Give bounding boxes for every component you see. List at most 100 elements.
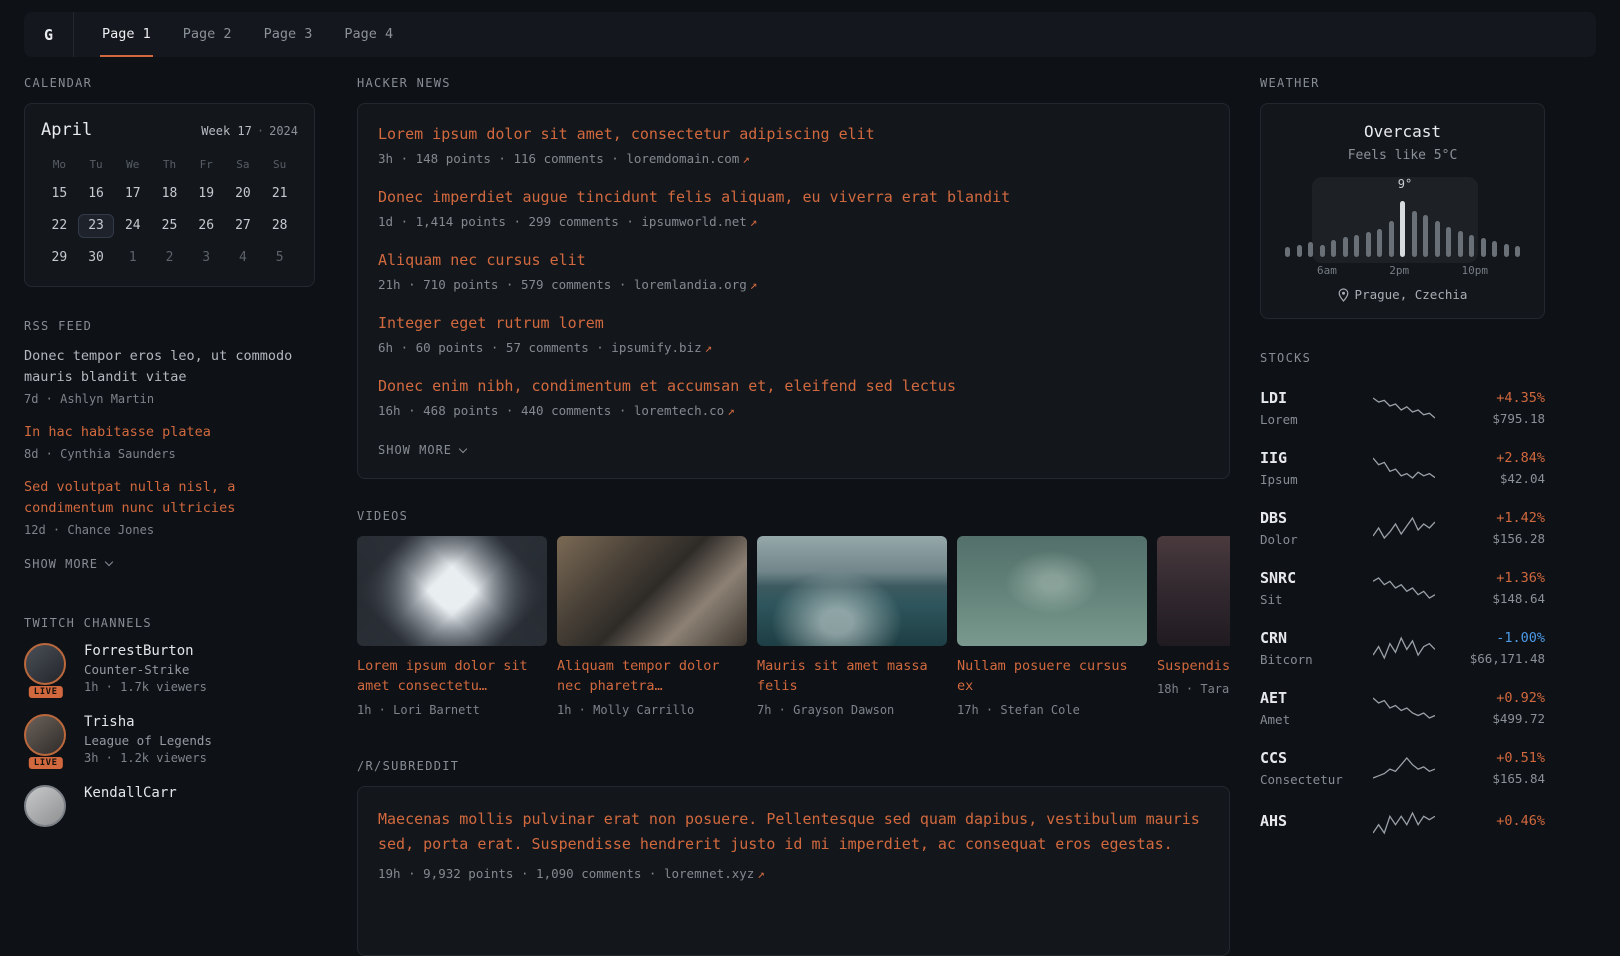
reddit-domain-link[interactable]: loremnet.xyz (664, 866, 754, 881)
calendar-day[interactable]: 17 (114, 182, 151, 206)
calendar-day[interactable]: 25 (151, 214, 188, 238)
calendar-day[interactable]: 26 (188, 214, 225, 238)
hn-meta-text: 3h · 148 points · 116 comments · (378, 151, 626, 166)
stock-row[interactable]: AET Amet +0.92% $499.72 (1260, 678, 1545, 738)
stock-row[interactable]: LDI Lorem +4.35% $795.18 (1260, 378, 1545, 438)
channel-name[interactable]: ForrestBurton (84, 643, 207, 659)
calendar-day[interactable]: 2 (151, 246, 188, 270)
stock-row[interactable]: DBS Dolor +1.42% $156.28 (1260, 498, 1545, 558)
channel-name[interactable]: KendallCarr (84, 785, 177, 801)
calendar-day[interactable]: 4 (225, 246, 262, 270)
calendar-day[interactable]: 16 (78, 182, 115, 206)
video-title[interactable]: Suspendisse sed diam (1157, 656, 1230, 676)
calendar-panel: April Week 17·2024 Mo Tu We Th Fr Sa Su … (24, 103, 315, 287)
calendar-day[interactable]: 24 (114, 214, 151, 238)
hn-story[interactable]: Donec enim nibh, condimentum et accumsan… (378, 376, 1209, 418)
hn-domain-link[interactable]: ipsumify.biz (611, 340, 701, 355)
hn-domain-link[interactable]: ipsumworld.net (641, 214, 746, 229)
stock-row[interactable]: IIG Ipsum +2.84% $42.04 (1260, 438, 1545, 498)
rss-item-title[interactable]: In hac habitasse platea (24, 422, 315, 443)
video-card[interactable]: Suspendisse sed diam 18h · Tara (1157, 536, 1230, 717)
video-thumbnail[interactable] (757, 536, 947, 646)
calendar-day[interactable]: 28 (261, 214, 298, 238)
twitch-channel[interactable]: KendallCarr (24, 785, 315, 827)
hn-domain-link[interactable]: loremlandia.org (634, 277, 747, 292)
live-badge: LIVE (29, 686, 63, 698)
hn-story[interactable]: Lorem ipsum dolor sit amet, consectetur … (378, 124, 1209, 166)
stock-row[interactable]: AHS +0.46% (1260, 798, 1545, 848)
calendar-day[interactable]: 20 (225, 182, 262, 206)
calendar-header: April Week 17·2024 (41, 120, 298, 140)
calendar-day[interactable]: 15 (41, 182, 78, 206)
temperature-bar (1435, 221, 1440, 257)
video-card[interactable]: Aliquam tempor dolor nec pharetra… 1h · … (557, 536, 747, 717)
reddit-post-title[interactable]: Maecenas mollis pulvinar erat non posuer… (378, 807, 1209, 858)
video-title[interactable]: Nullam posuere cursus ex (957, 656, 1147, 697)
video-card[interactable]: Nullam posuere cursus ex 17h · Stefan Co… (957, 536, 1147, 717)
calendar-day[interactable]: 3 (188, 246, 225, 270)
weather-chart: 9° 6am 2pm 10pm (1277, 177, 1528, 277)
video-thumbnail[interactable] (357, 536, 547, 646)
stock-info: DBS Dolor (1260, 509, 1356, 547)
stock-change: +1.36% (1451, 570, 1545, 586)
channel-name[interactable]: Trisha (84, 714, 212, 730)
rss-item-title[interactable]: Donec tempor eros leo, ut commodo mauris… (24, 346, 315, 388)
hn-show-more-button[interactable]: SHOW MORE (378, 443, 466, 457)
calendar-day[interactable]: 21 (261, 182, 298, 206)
video-card[interactable]: Mauris sit amet massa felis 7h · Grayson… (757, 536, 947, 717)
stock-row[interactable]: CRN Bitcorn -1.00% $66,171.48 (1260, 618, 1545, 678)
tab-page-4[interactable]: Page 4 (342, 12, 395, 57)
calendar-day[interactable]: 23 (78, 214, 115, 238)
tab-page-3[interactable]: Page 3 (262, 12, 315, 57)
rss-section-label: RSS FEED (24, 319, 315, 333)
twitch-channel[interactable]: LIVE Trisha League of Legends 3h · 1.2k … (24, 714, 315, 765)
video-title[interactable]: Mauris sit amet massa felis (757, 656, 947, 697)
temperature-bar (1481, 238, 1486, 257)
calendar-day[interactable]: 19 (188, 182, 225, 206)
hn-story-title[interactable]: Integer eget rutrum lorem (378, 313, 1209, 334)
video-card[interactable]: Lorem ipsum dolor sit amet consectetu… 1… (357, 536, 547, 717)
stock-price: $165.84 (1451, 771, 1545, 786)
stock-ticker: SNRC (1260, 569, 1356, 587)
stock-row[interactable]: CCS Consectetur +0.51% $165.84 (1260, 738, 1545, 798)
video-title[interactable]: Aliquam tempor dolor nec pharetra… (557, 656, 747, 697)
calendar-day[interactable]: 1 (114, 246, 151, 270)
video-thumbnail[interactable] (1157, 536, 1230, 646)
hn-domain-link[interactable]: loremtech.co (634, 403, 724, 418)
temperature-bar (1377, 229, 1382, 257)
calendar-day[interactable]: 5 (261, 246, 298, 270)
twitch-widget: TWITCH CHANNELS LIVE ForrestBurton Count… (24, 616, 315, 827)
hn-story-title[interactable]: Donec imperdiet augue tincidunt felis al… (378, 187, 1209, 208)
hn-domain-link[interactable]: loremdomain.com (626, 151, 739, 166)
tab-page-1[interactable]: Page 1 (100, 12, 153, 57)
hn-story-title[interactable]: Lorem ipsum dolor sit amet, consectetur … (378, 124, 1209, 145)
hn-story[interactable]: Donec imperdiet augue tincidunt felis al… (378, 187, 1209, 229)
rss-item-meta: 7d · Ashlyn Martin (24, 392, 315, 406)
stock-values: +1.36% $148.64 (1451, 570, 1545, 606)
hn-story[interactable]: Aliquam nec cursus elit 21h · 710 points… (378, 250, 1209, 292)
rss-item[interactable]: In hac habitasse platea 8d · Cynthia Sau… (24, 422, 315, 461)
separator-dot: · (257, 124, 264, 138)
day-header: Fr (188, 156, 225, 174)
hn-story[interactable]: Integer eget rutrum lorem 6h · 60 points… (378, 313, 1209, 355)
tab-page-2[interactable]: Page 2 (181, 12, 234, 57)
calendar-day[interactable]: 30 (78, 246, 115, 270)
twitch-channel[interactable]: LIVE ForrestBurton Counter-Strike 1h · 1… (24, 643, 315, 694)
hn-story-title[interactable]: Donec enim nibh, condimentum et accumsan… (378, 376, 1209, 397)
video-thumbnail[interactable] (957, 536, 1147, 646)
rss-item[interactable]: Sed volutpat nulla nisl, a condimentum n… (24, 477, 315, 537)
video-meta: 7h · Grayson Dawson (757, 703, 947, 717)
calendar-day[interactable]: 29 (41, 246, 78, 270)
calendar-day[interactable]: 27 (225, 214, 262, 238)
reddit-post[interactable]: Maecenas mollis pulvinar erat non posuer… (378, 807, 1209, 881)
rss-item-title[interactable]: Sed volutpat nulla nisl, a condimentum n… (24, 477, 315, 519)
calendar-day[interactable]: 18 (151, 182, 188, 206)
rss-show-more-button[interactable]: SHOW MORE (24, 557, 112, 571)
app-logo[interactable]: G (24, 12, 74, 57)
video-thumbnail[interactable] (557, 536, 747, 646)
hn-story-title[interactable]: Aliquam nec cursus elit (378, 250, 1209, 271)
rss-item[interactable]: Donec tempor eros leo, ut commodo mauris… (24, 346, 315, 406)
video-title[interactable]: Lorem ipsum dolor sit amet consectetu… (357, 656, 547, 697)
stock-row[interactable]: SNRC Sit +1.36% $148.64 (1260, 558, 1545, 618)
calendar-day[interactable]: 22 (41, 214, 78, 238)
